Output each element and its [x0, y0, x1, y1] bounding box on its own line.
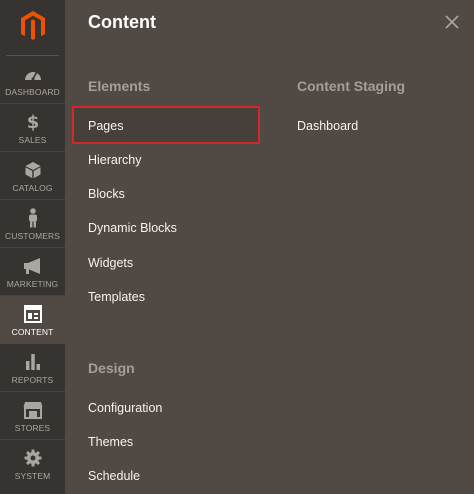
- magento-logo[interactable]: [0, 0, 65, 52]
- menu-link-schedule[interactable]: Schedule: [88, 469, 140, 483]
- sidebar-item-catalog[interactable]: CATALOG: [0, 152, 65, 200]
- bar-chart-icon: [23, 352, 43, 372]
- menu-link-hierarchy[interactable]: Hierarchy: [88, 153, 142, 167]
- person-icon: [23, 208, 43, 228]
- section-title-content-staging: Content Staging: [297, 78, 406, 94]
- sidebar-item-customers[interactable]: CUSTOMERS: [0, 200, 65, 248]
- sidebar-item-label: DASHBOARD: [5, 87, 60, 97]
- menu-link-widgets[interactable]: Widgets: [88, 256, 133, 270]
- sidebar-item-sales[interactable]: $ SALES: [0, 104, 65, 152]
- menu-link-blocks[interactable]: Blocks: [88, 187, 125, 201]
- speedometer-icon: [23, 64, 43, 84]
- magento-logo-icon: [20, 11, 45, 40]
- sidebar-item-reports[interactable]: REPORTS: [0, 344, 65, 392]
- cube-icon: [23, 160, 43, 180]
- sidebar-item-label: MARKETING: [6, 279, 59, 289]
- section-title-elements: Elements: [88, 78, 151, 94]
- section-title-design: Design: [88, 360, 135, 376]
- sidebar-item-label: SYSTEM: [14, 471, 51, 481]
- sidebar-item-system[interactable]: SYSTEM: [0, 440, 65, 494]
- menu-link-dynamic-blocks[interactable]: Dynamic Blocks: [88, 221, 177, 235]
- panel-title: Content: [88, 12, 156, 32]
- svg-text:$: $: [26, 112, 39, 132]
- sidebar-item-dashboard[interactable]: DASHBOARD: [0, 56, 65, 104]
- sidebar-item-label: CONTENT: [11, 327, 54, 337]
- megaphone-icon: [23, 256, 43, 276]
- menu-link-pages[interactable]: Pages: [88, 119, 123, 133]
- sidebar-item-marketing[interactable]: MARKETING: [0, 248, 65, 296]
- dollar-icon: $: [23, 112, 43, 132]
- sidebar-item-label: STORES: [14, 423, 51, 433]
- gear-icon: [23, 448, 43, 468]
- admin-sidebar: DASHBOARD $ SALES CATALOG CUSTOMERS MARK…: [0, 0, 65, 494]
- menu-link-staging-dashboard[interactable]: Dashboard: [297, 119, 358, 133]
- close-icon: [445, 15, 459, 29]
- sidebar-item-label: REPORTS: [11, 375, 54, 385]
- layout-icon: [23, 304, 43, 324]
- menu-link-templates[interactable]: Templates: [88, 290, 145, 304]
- close-button[interactable]: [441, 11, 463, 33]
- sidebar-item-label: SALES: [18, 135, 47, 145]
- menu-link-configuration[interactable]: Configuration: [88, 401, 162, 415]
- sidebar-item-label: CUSTOMERS: [4, 231, 61, 241]
- menu-link-themes[interactable]: Themes: [88, 435, 133, 449]
- sidebar-item-stores[interactable]: STORES: [0, 392, 65, 440]
- storefront-icon: [23, 400, 43, 420]
- sidebar-item-content[interactable]: CONTENT: [0, 296, 65, 344]
- sidebar-item-label: CATALOG: [12, 183, 53, 193]
